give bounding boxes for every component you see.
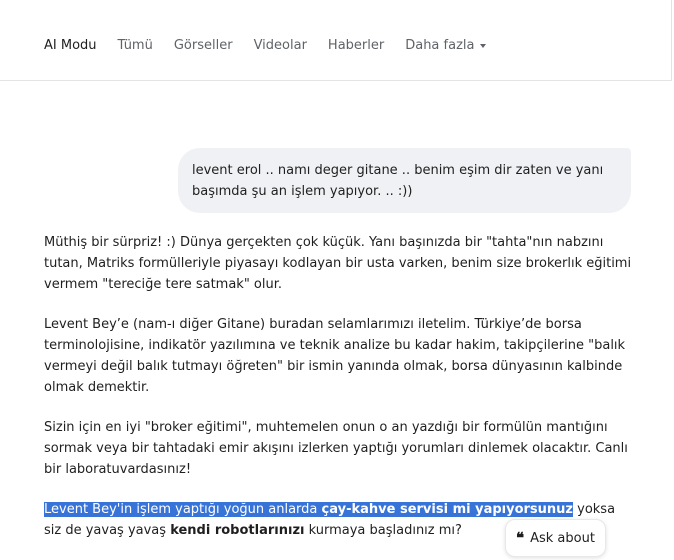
- ask-about-label: Ask about: [530, 530, 595, 546]
- answer-paragraph-2: Levent Bey’e (nam-ı diğer Gitane) burada…: [44, 317, 626, 395]
- tab-news[interactable]: Haberler: [328, 38, 384, 53]
- user-message-bubble: levent erol .. namı deger gitane .. beni…: [178, 148, 631, 213]
- tab-more[interactable]: Daha fazla: [405, 38, 487, 53]
- selected-text-a: Levent Bey'in işlem yaptığı yoğun anlard…: [44, 502, 322, 517]
- user-message-text: levent erol .. namı deger gitane .. beni…: [192, 163, 604, 199]
- answer-text-end: kurmaya başladınız mı?: [304, 523, 462, 538]
- selected-text-bold: çay-kahve servisi mi yapıyorsunuz: [321, 502, 573, 517]
- ai-answer: Müthiş bir sürpriz! :) Dünya gerçekten ç…: [44, 232, 634, 560]
- quote-icon: ❝: [516, 528, 525, 547]
- tab-images[interactable]: Görseller: [174, 38, 233, 53]
- search-tabs: AI Modu Tümü Görseller Videolar Haberler…: [44, 38, 487, 53]
- tab-videos[interactable]: Videolar: [254, 38, 307, 53]
- answer-text-bold: kendi robotlarınızı: [170, 523, 305, 538]
- tab-ai-mode[interactable]: AI Modu: [44, 38, 97, 53]
- caret-down-icon: [480, 43, 487, 48]
- tab-all[interactable]: Tümü: [118, 38, 153, 53]
- ask-about-button[interactable]: ❝ Ask about: [505, 519, 606, 557]
- answer-paragraph-1: Müthiş bir sürpriz! :) Dünya gerçekten ç…: [44, 235, 632, 292]
- selected-text: Levent Bey'in işlem yaptığı yoğun anlard…: [44, 502, 573, 517]
- top-navigation: AI Modu Tümü Görseller Videolar Haberler…: [0, 0, 672, 81]
- answer-paragraph-3: Sizin için en iyi "broker eğitimi", muht…: [44, 420, 628, 477]
- tab-more-label: Daha fazla: [405, 38, 475, 53]
